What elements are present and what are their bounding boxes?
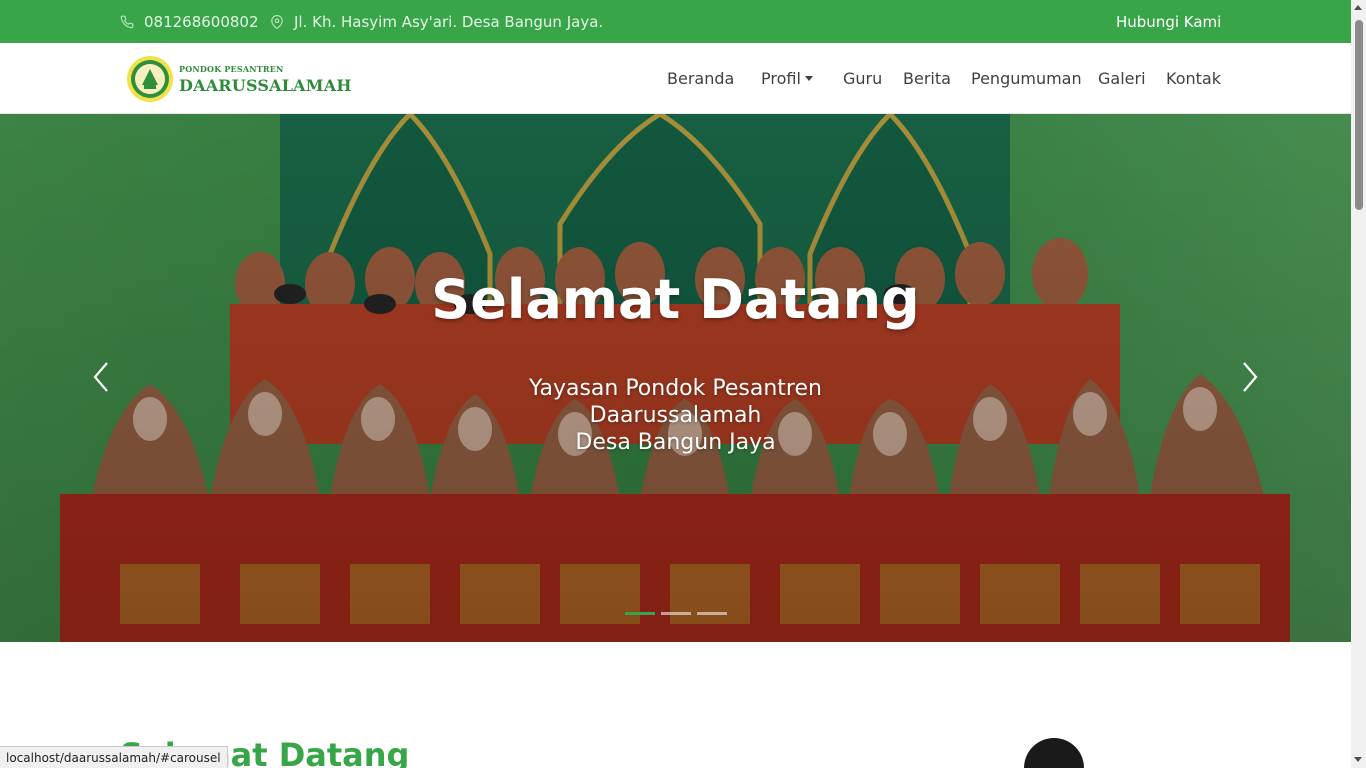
scrollbar[interactable] bbox=[1351, 0, 1366, 768]
topbar-phone-text: 081268600802 bbox=[144, 12, 259, 31]
logo-line1: PONDOK PESANTREN bbox=[179, 63, 284, 74]
page: 081268600802 Jl. Kh. Hasyim Asy'ari. Des… bbox=[0, 0, 1366, 768]
carousel-indicators bbox=[625, 612, 727, 615]
nav-item-profil[interactable]: Profil bbox=[761, 43, 813, 114]
scrollbar-thumb[interactable] bbox=[1355, 20, 1363, 210]
carousel-next-button[interactable] bbox=[1235, 357, 1265, 397]
carousel-indicator-1[interactable] bbox=[625, 612, 655, 615]
chevron-right-icon bbox=[1243, 362, 1258, 392]
chevron-left-icon bbox=[93, 362, 108, 392]
hubungi-kami-link[interactable]: Hubungi Kami bbox=[1116, 0, 1221, 43]
nav-item-guru[interactable]: Guru bbox=[843, 43, 882, 114]
hero-carousel: Selamat Datang Yayasan Pondok Pesantren … bbox=[0, 114, 1351, 642]
nav-item-berita[interactable]: Berita bbox=[903, 43, 951, 114]
site-logo[interactable]: PONDOK PESANTREN DAARUSSALAMAH bbox=[126, 55, 352, 103]
logo-text: PONDOK PESANTREN DAARUSSALAMAH bbox=[179, 64, 352, 95]
status-url: localhost/daarussalamah/#carousel bbox=[0, 746, 228, 768]
logo-emblem-icon bbox=[127, 56, 173, 102]
nav-item-beranda[interactable]: Beranda bbox=[667, 43, 734, 114]
portrait-image bbox=[1024, 738, 1084, 768]
navbar: PONDOK PESANTREN DAARUSSALAMAH Beranda P… bbox=[0, 43, 1351, 114]
topbar-phone[interactable]: 081268600802 bbox=[120, 0, 259, 43]
carousel-indicator-3[interactable] bbox=[697, 612, 727, 615]
nav-item-kontak[interactable]: Kontak bbox=[1166, 43, 1221, 114]
scroll-up-icon[interactable] bbox=[1354, 5, 1362, 10]
map-pin-icon bbox=[270, 14, 284, 30]
top-bar: 081268600802 Jl. Kh. Hasyim Asy'ari. Des… bbox=[0, 0, 1351, 43]
phone-icon bbox=[120, 15, 134, 29]
carousel-prev-button[interactable] bbox=[86, 357, 116, 397]
nav-item-profil-label: Profil bbox=[761, 69, 801, 88]
carousel-indicator-2[interactable] bbox=[661, 612, 691, 615]
nav-item-galeri[interactable]: Galeri bbox=[1098, 43, 1146, 114]
scroll-down-icon[interactable] bbox=[1354, 757, 1362, 762]
nav-item-pengumuman[interactable]: Pengumuman bbox=[971, 43, 1082, 114]
logo-line2: DAARUSSALAMAH bbox=[179, 75, 352, 95]
topbar-address-text: Jl. Kh. Hasyim Asy'ari. Desa Bangun Jaya… bbox=[294, 12, 604, 31]
hero-subtitle-line1: Yayasan Pondok Pesantren bbox=[529, 376, 822, 401]
hero-subtitle: Yayasan Pondok Pesantren Daarussalamah D… bbox=[0, 375, 1351, 456]
topbar-address: Jl. Kh. Hasyim Asy'ari. Desa Bangun Jaya… bbox=[270, 0, 603, 43]
hero-subtitle-line3: Desa Bangun Jaya bbox=[575, 430, 776, 455]
hero-title: Selamat Datang bbox=[431, 268, 920, 331]
hero-subtitle-line2: Daarussalamah bbox=[589, 403, 762, 428]
caret-down-icon bbox=[804, 76, 813, 81]
